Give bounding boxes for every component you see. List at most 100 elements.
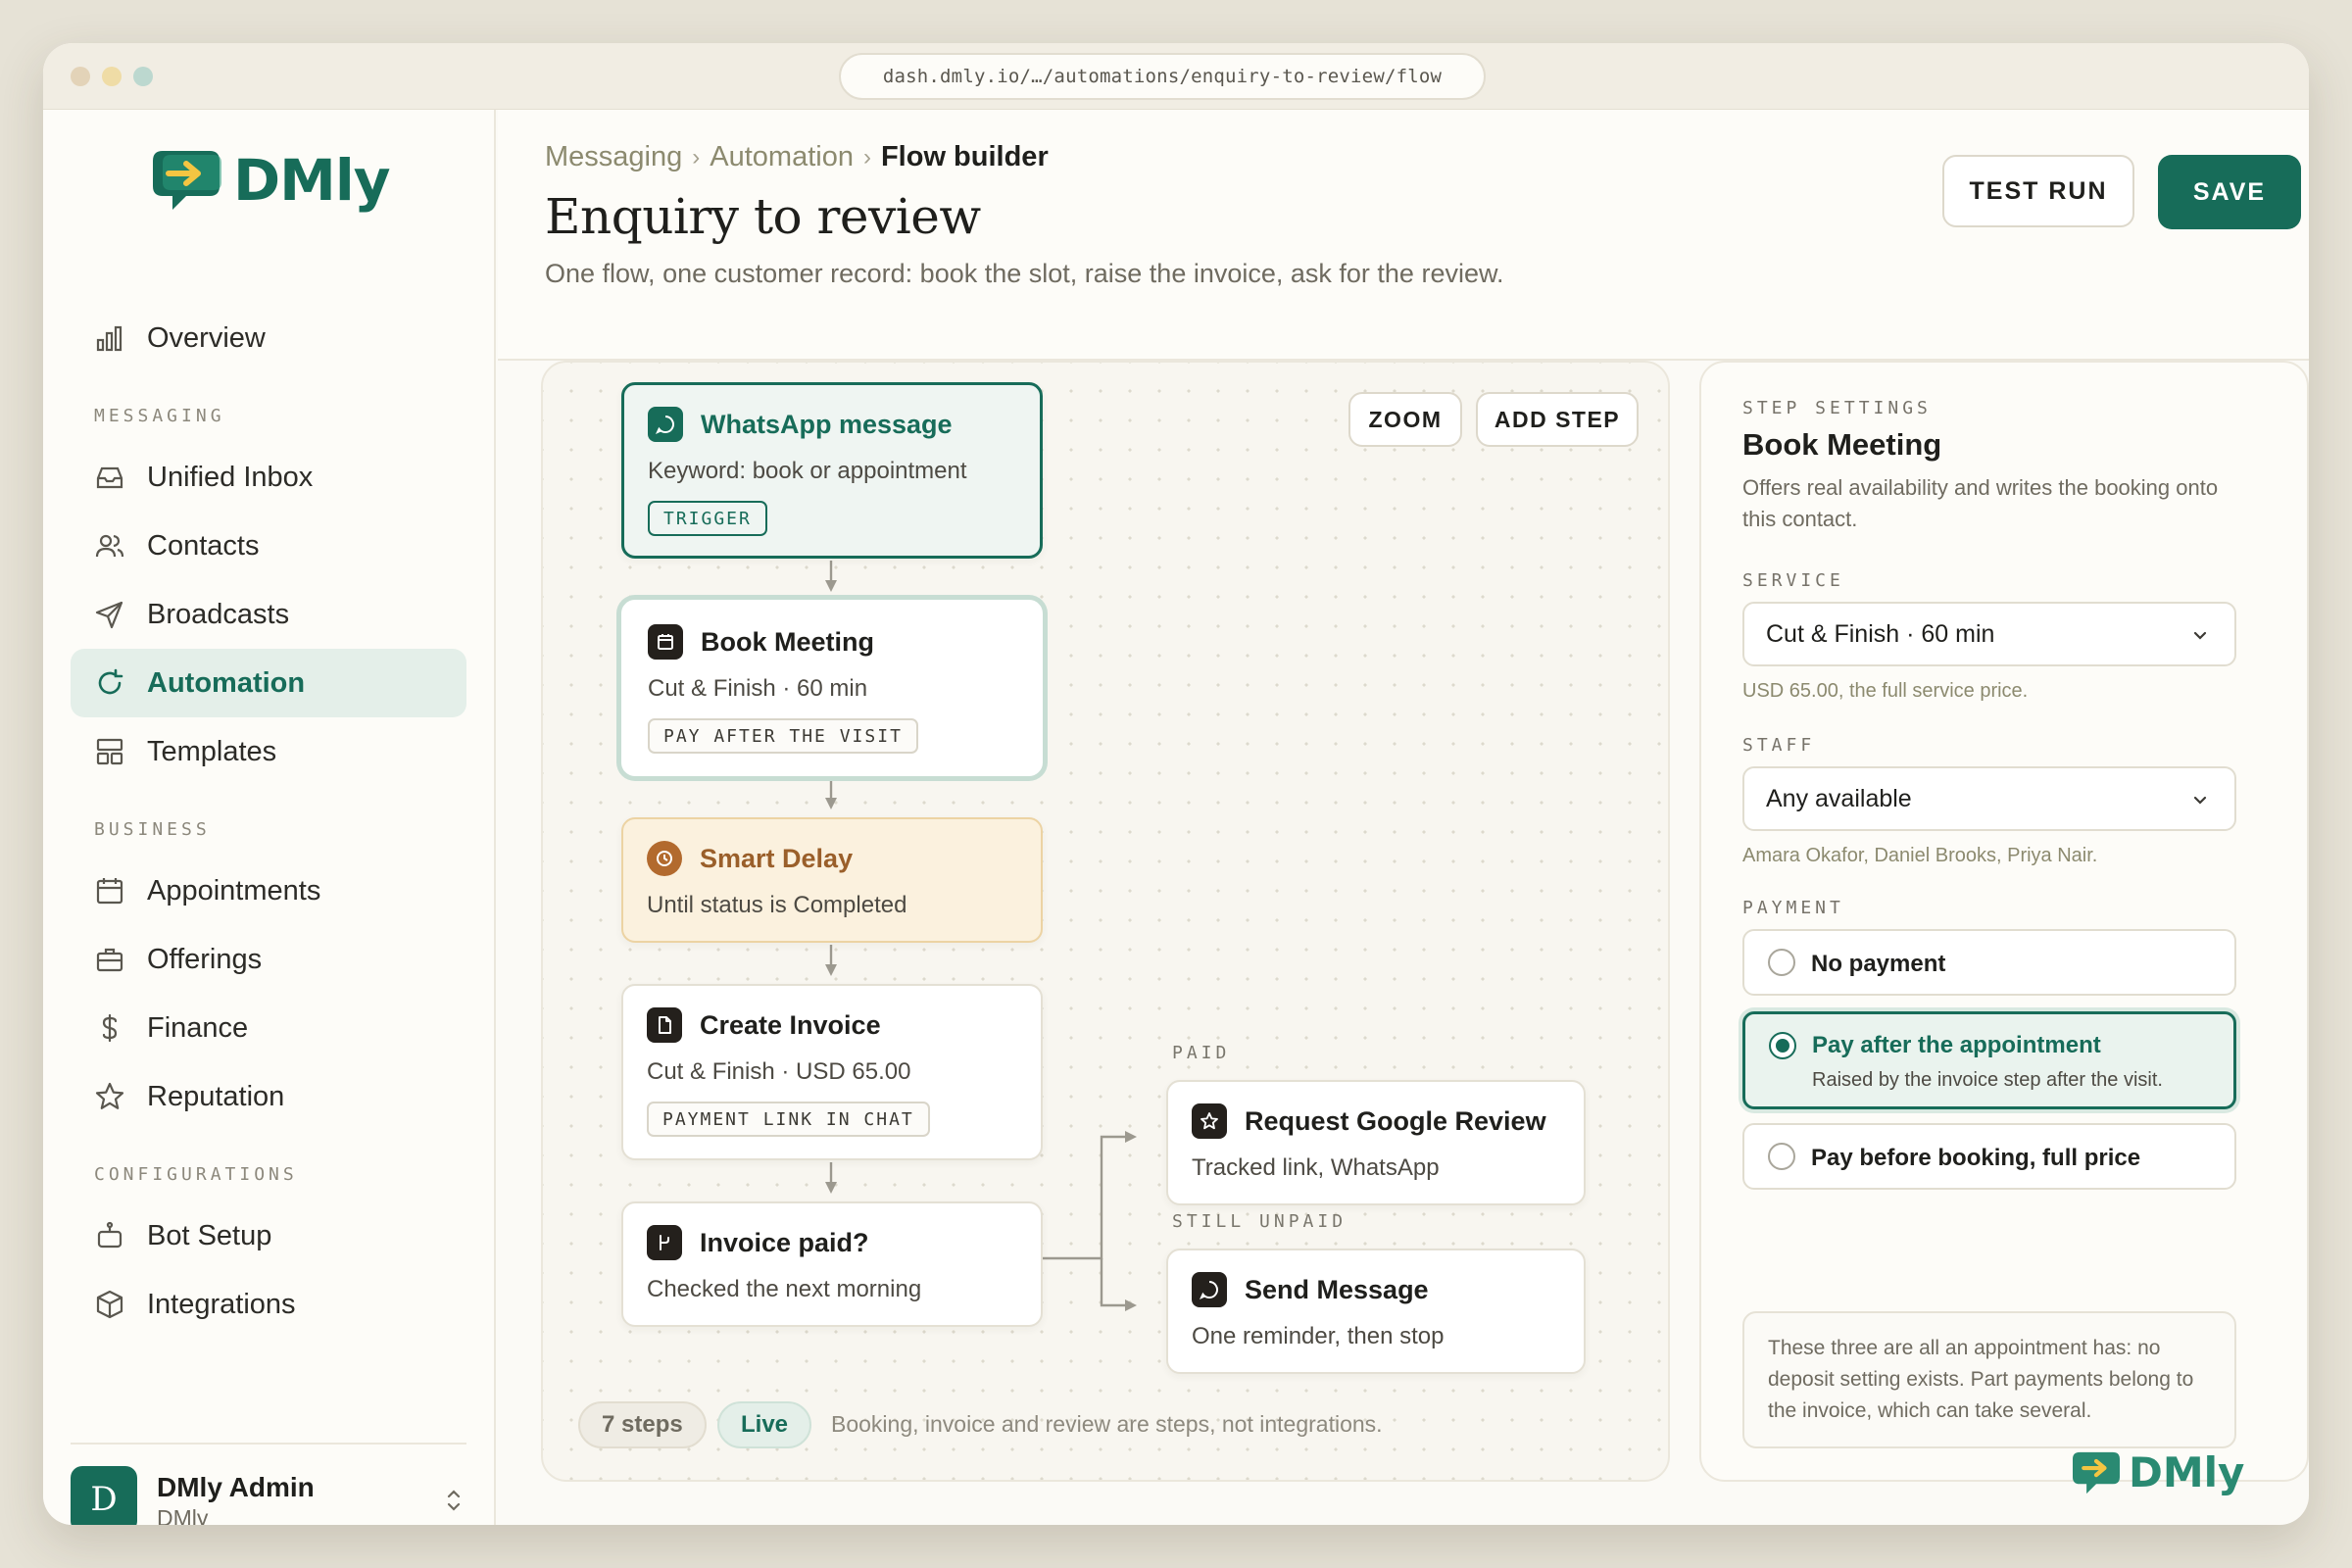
node-header: Send Message bbox=[1192, 1272, 1429, 1307]
flow-node-book-meeting[interactable]: Book Meeting Cut & Finish · 60 min PAY A… bbox=[621, 600, 1043, 776]
node-title: Request Google Review bbox=[1245, 1105, 1546, 1136]
radio-label: Pay before booking, full price bbox=[1811, 1145, 2141, 1171]
node-header: Smart Delay bbox=[647, 841, 853, 876]
sidebar: DMly Overview MESSAGING Unified Inbox Co… bbox=[43, 110, 496, 1525]
sidebar-item-label: Reputation bbox=[147, 1080, 285, 1112]
flow-node-send-message[interactable]: Send Message One reminder, then stop bbox=[1166, 1249, 1586, 1374]
dollar-icon bbox=[102, 1013, 118, 1043]
service-label: SERVICE bbox=[1742, 570, 1844, 591]
section-label-configurations: CONFIGURATIONS bbox=[94, 1164, 298, 1185]
sidebar-item-broadcasts[interactable]: Broadcasts bbox=[71, 580, 466, 649]
branch-label-unpaid: STILL UNPAID bbox=[1172, 1211, 1348, 1232]
user-name: DMly Admin bbox=[157, 1472, 315, 1502]
node-header: Request Google Review bbox=[1192, 1103, 1546, 1139]
radio-button bbox=[1768, 949, 1795, 976]
brand-name: DMly bbox=[233, 147, 391, 214]
watermark-logo: DMly bbox=[2070, 1448, 2244, 1496]
app-window: dash.dmly.io/…/automations/enquiry-to-re… bbox=[43, 43, 2309, 1525]
flow-node-create-invoice[interactable]: Create Invoice Cut & Finish · USD 65.00 … bbox=[621, 984, 1043, 1160]
sidebar-item-label: Overview bbox=[147, 321, 266, 354]
payment-option-none[interactable]: No payment bbox=[1742, 929, 2236, 996]
radio-button bbox=[1768, 1143, 1795, 1170]
chat-bubble-icon bbox=[648, 407, 683, 442]
service-select[interactable]: Cut & Finish · 60 min bbox=[1742, 602, 2236, 666]
staff-select[interactable]: Any available bbox=[1742, 766, 2236, 831]
service-hint: USD 65.00, the full service price. bbox=[1742, 680, 2029, 702]
document-icon bbox=[647, 1007, 682, 1043]
payment-option-before[interactable]: Pay before booking, full price bbox=[1742, 1123, 2236, 1190]
node-description: Cut & Finish · 60 min bbox=[648, 675, 868, 702]
trigger-tag: TRIGGER bbox=[648, 501, 767, 536]
flow-node-request-review[interactable]: Request Google Review Tracked link, What… bbox=[1166, 1080, 1586, 1205]
sidebar-item-label: Finance bbox=[147, 1011, 249, 1044]
browser-chrome: dash.dmly.io/…/automations/enquiry-to-re… bbox=[43, 43, 2309, 110]
sidebar-item-reputation[interactable]: Reputation bbox=[71, 1062, 466, 1131]
page-title: Enquiry to review bbox=[545, 188, 981, 245]
flow-canvas[interactable]: ZOOM ADD STEP WhatsApp message Keyword: … bbox=[541, 361, 1670, 1482]
node-description: Keyword: book or appointment bbox=[648, 458, 967, 484]
sidebar-item-templates[interactable]: Templates bbox=[71, 717, 466, 786]
breadcrumb: Messaging › Automation › Flow builder bbox=[545, 141, 1049, 174]
sidebar-item-contacts[interactable]: Contacts bbox=[71, 512, 466, 580]
window-minimize-dot[interactable] bbox=[102, 67, 122, 86]
node-title: Send Message bbox=[1245, 1274, 1429, 1304]
sidebar-item-label: Appointments bbox=[147, 874, 321, 906]
save-button[interactable]: SAVE bbox=[2158, 155, 2301, 229]
test-run-button[interactable]: TEST RUN bbox=[1942, 155, 2134, 227]
chevron-updown-icon bbox=[447, 1490, 461, 1511]
node-header: Create Invoice bbox=[647, 1007, 881, 1043]
calendar-icon bbox=[648, 624, 683, 660]
breadcrumb-messaging[interactable]: Messaging bbox=[545, 141, 682, 174]
payment-link-tag: PAYMENT LINK IN CHAT bbox=[647, 1102, 930, 1137]
node-title: Book Meeting bbox=[701, 626, 875, 657]
sidebar-item-appointments[interactable]: Appointments bbox=[71, 857, 466, 925]
sidebar-item-finance[interactable]: Finance bbox=[71, 994, 466, 1062]
chevron-down-icon bbox=[2193, 631, 2207, 640]
flow-node-condition[interactable]: Invoice paid? Checked the next morning bbox=[621, 1201, 1043, 1327]
sidebar-item-label: Unified Inbox bbox=[147, 461, 314, 493]
sidebar-item-integrations[interactable]: Integrations bbox=[71, 1270, 466, 1339]
address-bar[interactable]: dash.dmly.io/…/automations/enquiry-to-re… bbox=[839, 53, 1486, 100]
flow-node-trigger[interactable]: WhatsApp message Keyword: book or appoin… bbox=[621, 382, 1043, 559]
node-title: WhatsApp message bbox=[701, 409, 953, 439]
breadcrumb-separator: › bbox=[692, 144, 701, 171]
sidebar-item-overview[interactable]: Overview bbox=[71, 304, 466, 372]
calendar-icon bbox=[96, 878, 123, 905]
node-description: Cut & Finish · USD 65.00 bbox=[647, 1058, 911, 1085]
window-close-dot[interactable] bbox=[71, 67, 90, 86]
sidebar-item-bot-setup[interactable]: Bot Setup bbox=[71, 1201, 466, 1270]
flow-node-smart-delay[interactable]: Smart Delay Until status is Completed bbox=[621, 817, 1043, 943]
node-description: Until status is Completed bbox=[647, 892, 907, 918]
avatar: D bbox=[71, 1466, 137, 1525]
watermark-text: DMly bbox=[2129, 1448, 2245, 1496]
sidebar-item-label: Templates bbox=[147, 735, 277, 767]
canvas-footnote: Booking, invoice and review are steps, n… bbox=[831, 1411, 1383, 1437]
status-badge: Live bbox=[717, 1401, 812, 1448]
sidebar-item-automation[interactable]: Automation bbox=[71, 649, 466, 717]
brand-logo[interactable]: DMly bbox=[149, 147, 391, 214]
chat-bubble-icon bbox=[1192, 1272, 1227, 1307]
node-description: Checked the next morning bbox=[647, 1276, 922, 1302]
panel-description: Offers real availability and writes the … bbox=[1742, 475, 2219, 531]
node-description: Tracked link, WhatsApp bbox=[1192, 1154, 1440, 1181]
user-switcher[interactable]: D DMly Admin DMly bbox=[71, 1443, 466, 1525]
sidebar-item-unified-inbox[interactable]: Unified Inbox bbox=[71, 443, 466, 512]
payment-option-after[interactable]: Pay after the appointment Raised by the … bbox=[1742, 1011, 2236, 1109]
page-header: Messaging › Automation › Flow builder En… bbox=[498, 110, 2309, 361]
node-title: Invoice paid? bbox=[700, 1227, 869, 1257]
section-label-messaging: MESSAGING bbox=[94, 406, 225, 426]
breadcrumb-current: Flow builder bbox=[880, 141, 1049, 172]
zoom-button[interactable]: ZOOM bbox=[1348, 392, 1462, 447]
briefcase-icon bbox=[96, 948, 123, 972]
breadcrumb-automation[interactable]: Automation bbox=[710, 141, 854, 174]
branch-icon bbox=[647, 1225, 682, 1260]
branch-label-paid: PAID bbox=[1172, 1043, 1231, 1063]
add-step-button[interactable]: ADD STEP bbox=[1476, 392, 1639, 447]
sidebar-item-offerings[interactable]: Offerings bbox=[71, 925, 466, 994]
star-icon bbox=[1192, 1103, 1227, 1139]
staff-hint: Amara Okafor, Daniel Brooks, Priya Nair. bbox=[1742, 845, 2098, 866]
send-icon bbox=[95, 601, 123, 629]
bot-icon bbox=[97, 1221, 122, 1249]
bar-chart-icon bbox=[96, 325, 122, 352]
window-maximize-dot[interactable] bbox=[133, 67, 153, 86]
